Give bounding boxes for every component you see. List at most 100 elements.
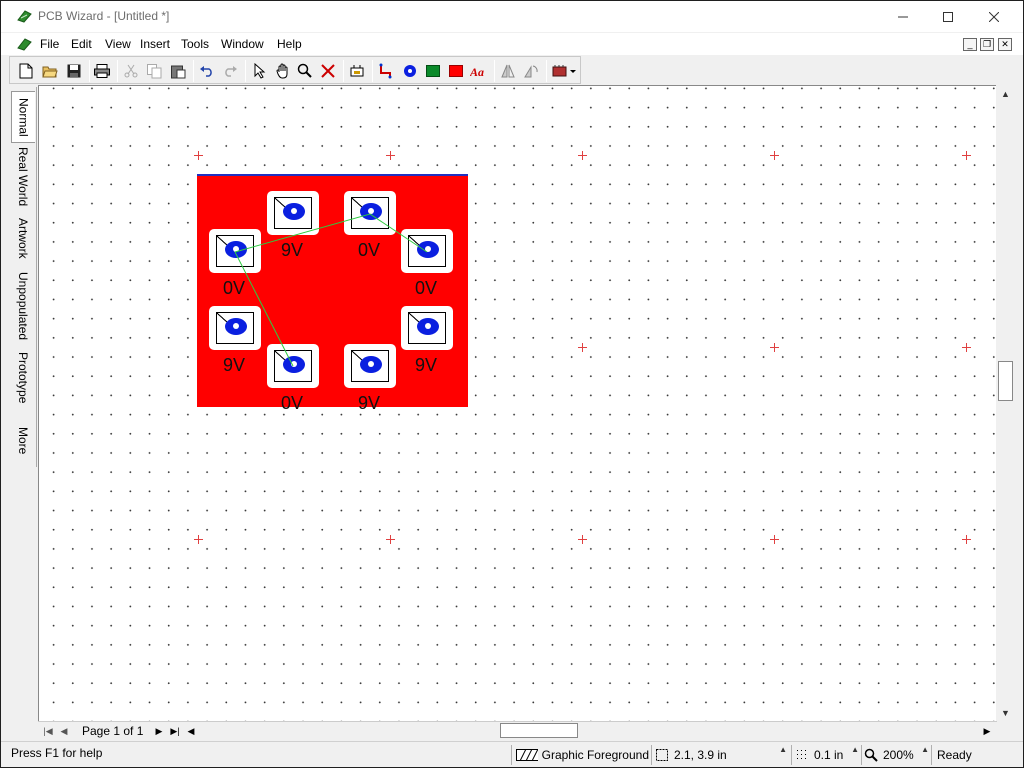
minimize-button[interactable] [880, 1, 926, 32]
grid-origin-marker [962, 343, 971, 352]
tab-real-world[interactable]: Real World [11, 145, 35, 209]
delete-icon [321, 64, 335, 78]
toolbar-separator [193, 60, 194, 82]
page-indicator: Page 1 of 1 [82, 724, 144, 738]
pad-button[interactable] [400, 61, 420, 81]
menu-insert[interactable]: Insert [140, 37, 170, 51]
tab-more[interactable]: More [11, 417, 35, 465]
maximize-button[interactable] [925, 1, 971, 32]
close-icon: ✕ [1001, 39, 1009, 49]
scroll-left-button[interactable]: ◀ [184, 723, 198, 739]
first-page-button[interactable]: |◀ [41, 723, 55, 739]
fill-button[interactable] [446, 61, 466, 81]
flip-button[interactable] [498, 61, 518, 81]
menu-tools[interactable]: Tools [181, 37, 209, 51]
grid-origin-marker [578, 151, 587, 160]
document-icon[interactable] [16, 37, 32, 51]
zoom-level[interactable]: 200% ▲ [861, 745, 931, 765]
chip-icon [552, 65, 576, 77]
tab-normal[interactable]: Normal [11, 91, 35, 143]
doc-restore-button[interactable]: ❐ [980, 38, 994, 51]
undo-icon [200, 66, 212, 77]
doc-close-button[interactable]: ✕ [998, 38, 1012, 51]
close-icon [989, 11, 999, 22]
rotate-button[interactable] [521, 61, 541, 81]
text-icon: Aa [470, 65, 484, 78]
print-button[interactable] [92, 61, 112, 81]
pad-label: 0V [358, 240, 381, 260]
menu-view[interactable]: View [105, 37, 131, 51]
spin-up-icon[interactable]: ▲ [779, 745, 787, 754]
chip-dropdown-button[interactable] [551, 61, 579, 81]
new-button[interactable] [16, 61, 36, 81]
chevron-left-icon: ◀ [187, 725, 195, 736]
vertical-scrollbar[interactable]: ▲ ▼ [997, 85, 1014, 721]
print-icon [94, 64, 110, 78]
save-icon [67, 64, 81, 78]
next-page-button[interactable]: ▶ [152, 723, 166, 739]
last-page-button[interactable]: ▶| [168, 723, 182, 739]
status-state: Ready [931, 745, 1011, 765]
paste-button[interactable] [168, 61, 188, 81]
pcb-canvas[interactable]: 9V 0V 0V 0V 9V 9V 0V 9V [38, 85, 996, 721]
scroll-down-button[interactable]: ▼ [997, 704, 1014, 721]
grid-origin-marker [578, 343, 587, 352]
hatch-icon [516, 749, 538, 761]
tab-label: Prototype [16, 352, 30, 404]
coordinate-readout[interactable]: 2.1, 3.9 in ▲ [651, 745, 789, 765]
track-button[interactable] [376, 61, 396, 81]
open-button[interactable] [40, 61, 60, 81]
pad-label: 9V [358, 393, 381, 413]
spin-up-icon[interactable]: ▲ [851, 745, 859, 754]
menu-help[interactable]: Help [277, 37, 302, 51]
undo-button[interactable] [197, 61, 217, 81]
grid-spacing[interactable]: 0.1 in ▲ [791, 745, 861, 765]
menu-file[interactable]: File [40, 37, 59, 51]
delete-button[interactable] [318, 61, 338, 81]
tab-label: Artwork [16, 217, 30, 259]
pcb-board[interactable]: 9V 0V 0V 0V 9V 9V 0V 9V [197, 174, 468, 413]
tab-prototype[interactable]: Prototype [11, 348, 35, 408]
grid-origin-marker [770, 343, 779, 352]
layer-selector[interactable]: Graphic Foreground [511, 745, 649, 765]
rectangle-button[interactable] [423, 61, 443, 81]
cut-button[interactable] [121, 61, 141, 81]
component-button[interactable] [347, 61, 367, 81]
horizontal-scrollbar[interactable]: |◀ ◀ Page 1 of 1 ▶ ▶| ◀ ▶ [38, 721, 997, 739]
tab-label: Normal [16, 97, 31, 137]
pad-label: 9V [281, 240, 304, 260]
menu-window[interactable]: Window [221, 37, 264, 51]
open-icon [42, 66, 58, 78]
status-help-text: Press F1 for help [11, 746, 103, 760]
spin-up-icon[interactable]: ▲ [921, 745, 929, 754]
tab-unpopulated[interactable]: Unpopulated [11, 267, 35, 345]
zoom-button[interactable] [295, 61, 315, 81]
pad-label: 9V [415, 355, 438, 375]
redo-button[interactable] [220, 61, 240, 81]
toolbar-separator [89, 60, 90, 82]
tab-label: Real World [16, 147, 30, 207]
scroll-right-button[interactable]: ▶ [980, 723, 994, 739]
prev-page-button[interactable]: ◀ [57, 723, 71, 739]
menu-bar: File Edit View Insert Tools Window Help … [1, 33, 1023, 55]
toolbar-separator [343, 60, 344, 82]
grid-value: 0.1 in [814, 748, 844, 762]
scroll-up-button[interactable]: ▲ [997, 85, 1014, 102]
tab-artwork[interactable]: Artwork [11, 212, 35, 264]
track-icon [379, 63, 392, 79]
grid-origin-marker [194, 151, 203, 160]
vertical-scroll-thumb[interactable] [998, 361, 1013, 401]
grid-origin-marker [386, 535, 395, 544]
close-button[interactable] [971, 1, 1017, 32]
menu-edit[interactable]: Edit [71, 37, 92, 51]
hand-icon [276, 63, 288, 79]
text-button[interactable]: Aa [469, 61, 489, 81]
select-button[interactable] [250, 61, 270, 81]
pan-button[interactable] [273, 61, 293, 81]
doc-minimize-button[interactable]: _ [963, 38, 977, 51]
zoom-icon [864, 748, 878, 762]
save-button[interactable] [64, 61, 84, 81]
copy-button[interactable] [144, 61, 164, 81]
horizontal-scroll-thumb[interactable] [500, 723, 578, 738]
minimize-icon [898, 16, 908, 17]
